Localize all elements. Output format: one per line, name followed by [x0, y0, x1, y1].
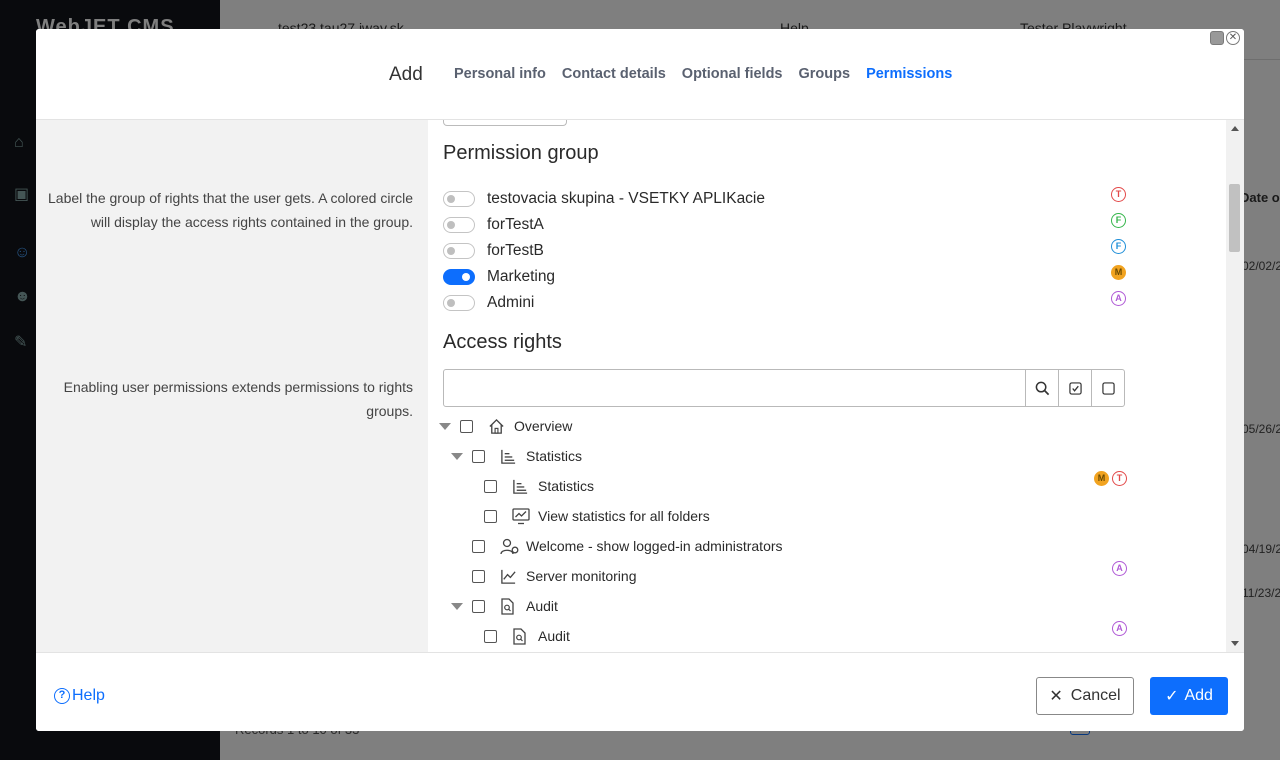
group-badge-t: T: [1111, 187, 1126, 202]
group-row: Marketing M: [443, 265, 1143, 291]
right-badge-a: A: [1112, 621, 1127, 636]
tab-optional-fields[interactable]: Optional fields: [682, 66, 783, 82]
labels-column: Label the group of rights that the user …: [36, 120, 428, 652]
tree-node: Statistics M T: [428, 471, 1128, 500]
tab-permissions[interactable]: Permissions: [866, 66, 952, 82]
scroll-up-icon[interactable]: [1231, 126, 1239, 131]
group-name: Admini: [487, 294, 535, 311]
tree-node: View statistics for all folders: [428, 508, 1128, 530]
rights-search-input[interactable]: [444, 370, 1025, 406]
modal-header: Add Personal info Contact details Option…: [36, 29, 1244, 120]
tree-label[interactable]: Audit: [526, 598, 558, 614]
cancel-label: Cancel: [1070, 687, 1121, 704]
tree-checkbox[interactable]: [484, 510, 497, 523]
tree-node: Audit A: [428, 621, 1128, 650]
right-badge-m: M: [1094, 471, 1109, 486]
group-row: Admini A: [443, 291, 1143, 317]
add-button[interactable]: ✓ Add: [1150, 677, 1228, 715]
user-settings-icon: [500, 538, 519, 556]
select-all-icon[interactable]: [1058, 370, 1091, 406]
tab-groups[interactable]: Groups: [799, 66, 851, 82]
tree-label[interactable]: Statistics: [538, 478, 594, 494]
tree-checkbox[interactable]: [484, 630, 497, 643]
close-icon: ✕: [1049, 688, 1063, 705]
modal-body: Label the group of rights that the user …: [36, 120, 1244, 652]
close-icon[interactable]: ✕: [1226, 31, 1240, 45]
tree-checkbox[interactable]: [472, 600, 485, 613]
tree-checkbox[interactable]: [472, 540, 485, 553]
group-name: testovacia skupina - VSETKY APLIKacie: [487, 190, 766, 207]
monitor-chart-icon: [512, 508, 530, 526]
tree-checkbox[interactable]: [484, 480, 497, 493]
chart-bars-icon: [512, 478, 530, 496]
group-toggle[interactable]: [443, 269, 475, 285]
group-row: testovacia skupina - VSETKY APLIKacie T: [443, 187, 1143, 213]
line-chart-icon: [500, 568, 518, 586]
permission-group-description: Label the group of rights that the user …: [48, 190, 413, 230]
file-search-icon: [500, 598, 518, 616]
group-badge-a: A: [1111, 291, 1126, 306]
tree-label[interactable]: Server monitoring: [526, 568, 637, 584]
deselect-all-icon[interactable]: [1091, 370, 1124, 406]
window-controls: ✕: [1210, 31, 1240, 45]
group-name: forTestA: [487, 216, 544, 233]
access-rights-description: Enabling user permissions extends permis…: [63, 379, 413, 419]
group-name: Marketing: [487, 268, 556, 285]
tree-node: Server monitoring A: [428, 561, 1128, 590]
home-icon: [488, 418, 506, 436]
group-badge-f: F: [1111, 213, 1126, 228]
group-toggle[interactable]: [443, 295, 475, 311]
tree-label[interactable]: Audit: [538, 628, 570, 644]
tree-node: Overview: [428, 418, 1128, 440]
previous-field-button[interactable]: [443, 120, 567, 126]
modal-tabs: Personal info Contact details Optional f…: [454, 66, 952, 82]
check-icon: ✓: [1165, 688, 1179, 705]
tree-label[interactable]: View statistics for all folders: [538, 508, 710, 524]
tree-checkbox[interactable]: [472, 450, 485, 463]
group-badge-f: F: [1111, 239, 1126, 254]
help-label: Help: [72, 687, 105, 704]
scroll-down-icon[interactable]: [1231, 641, 1239, 646]
group-name: forTestB: [487, 242, 544, 259]
group-badge-m: M: [1111, 265, 1126, 280]
right-badge-t: T: [1112, 471, 1127, 486]
rights-search: [443, 369, 1125, 407]
right-badge-a: A: [1112, 561, 1127, 576]
tree-label[interactable]: Statistics: [526, 448, 582, 464]
permission-group-heading: Permission group: [443, 142, 599, 164]
group-toggle[interactable]: [443, 191, 475, 207]
tree-checkbox[interactable]: [460, 420, 473, 433]
access-rights-heading: Access rights: [443, 331, 562, 353]
add-user-modal: Add Personal info Contact details Option…: [36, 29, 1244, 731]
scrollbar-thumb[interactable]: [1229, 184, 1240, 252]
group-row: forTestB F: [443, 239, 1143, 265]
tree-node: Welcome - show logged-in administrators: [428, 538, 1128, 560]
fields-column: Permission group testovacia skupina - VS…: [428, 120, 1226, 652]
tree-label[interactable]: Welcome - show logged-in administrators: [526, 538, 783, 554]
tree-node: Statistics: [428, 448, 1128, 470]
add-label: Add: [1184, 687, 1213, 704]
tree-checkbox[interactable]: [472, 570, 485, 583]
group-row: forTestA F: [443, 213, 1143, 239]
modal-footer: ? Help ✕ Cancel ✓ Add: [36, 652, 1244, 731]
tree-label[interactable]: Overview: [514, 418, 572, 434]
tab-personal-info[interactable]: Personal info: [454, 66, 546, 82]
tree-node: Audit: [428, 598, 1128, 620]
help-link[interactable]: ? Help: [54, 687, 105, 705]
expand-toggle-icon[interactable]: [439, 423, 451, 430]
question-icon: ?: [54, 688, 70, 704]
expand-toggle-icon[interactable]: [451, 453, 463, 460]
modal-scrollbar[interactable]: [1226, 120, 1244, 652]
maximize-icon[interactable]: [1210, 31, 1224, 45]
chart-bars-icon: [500, 448, 518, 466]
tab-contact-details[interactable]: Contact details: [562, 66, 666, 82]
group-toggle[interactable]: [443, 243, 475, 259]
cancel-button[interactable]: ✕ Cancel: [1036, 677, 1134, 715]
group-toggle[interactable]: [443, 217, 475, 233]
file-search-icon: [512, 628, 530, 646]
expand-toggle-icon[interactable]: [451, 603, 463, 610]
modal-title: Add: [389, 64, 423, 85]
search-icon[interactable]: [1025, 370, 1058, 406]
